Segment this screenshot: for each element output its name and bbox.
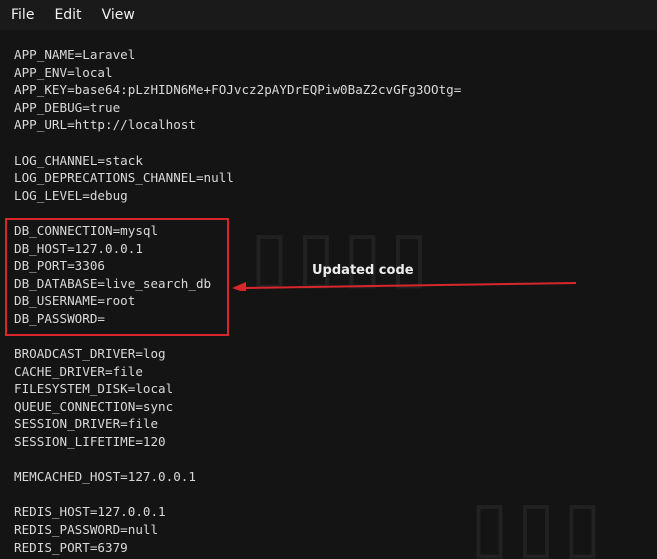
code-line: APP_URL=http://localhost bbox=[14, 117, 196, 133]
code-line: REDIS_HOST=127.0.0.1 bbox=[14, 504, 166, 520]
menu-file[interactable]: File bbox=[0, 0, 44, 30]
annotation-label: Updated code bbox=[312, 263, 414, 278]
text-editor-area[interactable]: ▯▯▯▯ ▯▯▯ APP_NAME=Laravel APP_ENV=local AP… bbox=[0, 30, 657, 559]
code-line: SESSION_LIFETIME=120 bbox=[14, 434, 166, 450]
menu-edit[interactable]: Edit bbox=[44, 0, 91, 30]
code-line: LOG_DEPRECATIONS_CHANNEL=null bbox=[14, 170, 234, 186]
db-config-highlight-box bbox=[5, 218, 229, 336]
code-line: APP_ENV=local bbox=[14, 64, 113, 80]
code-line: APP_DEBUG=true bbox=[14, 99, 121, 115]
code-line: FILESYSTEM_DISK=local bbox=[14, 381, 174, 397]
code-line: MEMCACHED_HOST=127.0.0.1 bbox=[14, 469, 196, 485]
code-line: APP_NAME=Laravel bbox=[14, 47, 136, 62]
code-line: BROADCAST_DRIVER=log bbox=[14, 346, 166, 362]
code-line: CACHE_DRIVER=file bbox=[14, 363, 143, 379]
code-line: REDIS_PASSWORD=null bbox=[14, 522, 159, 538]
code-line: APP_KEY=base64:pLzHIDN6Me+FOJvcz2pAYDrEQ… bbox=[14, 82, 462, 98]
code-line: LOG_CHANNEL=stack bbox=[14, 152, 143, 168]
notepad-window: File Edit View ▯▯▯▯ ▯▯▯ APP_NAME=Laravel… bbox=[0, 0, 657, 559]
code-line: REDIS_PORT=6379 bbox=[14, 539, 128, 555]
watermark-mark-2: ▯▯▯ bbox=[470, 485, 610, 559]
code-line: SESSION_DRIVER=file bbox=[14, 416, 159, 432]
menu-bar: File Edit View bbox=[0, 0, 657, 30]
menu-view[interactable]: View bbox=[92, 0, 145, 30]
code-line: QUEUE_CONNECTION=sync bbox=[14, 398, 174, 414]
code-line: LOG_LEVEL=debug bbox=[14, 187, 128, 203]
